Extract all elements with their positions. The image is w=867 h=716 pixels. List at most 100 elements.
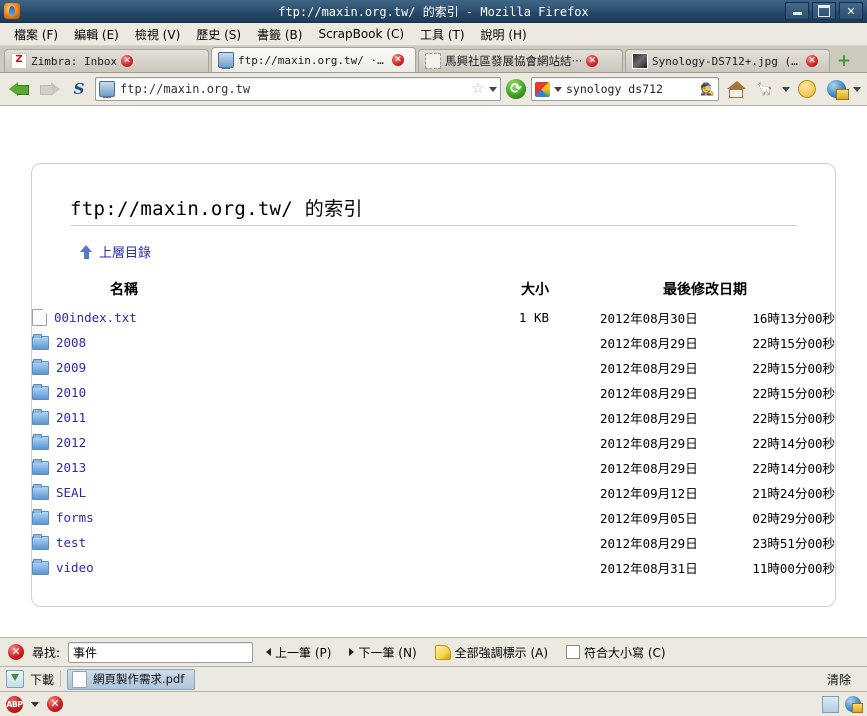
- folder-link[interactable]: SEAL: [56, 485, 86, 500]
- column-header-name[interactable]: 名稱: [32, 279, 419, 305]
- table-row[interactable]: video 2012年08月31日 11時00分00秒: [32, 555, 835, 580]
- download-item-label: 網頁製作需求.pdf: [93, 672, 185, 686]
- tab-close-icon[interactable]: ✕: [121, 55, 134, 67]
- table-row[interactable]: 2011 2012年08月29日 22時15分00秒: [32, 405, 835, 430]
- search-bar[interactable]: synology ds712 🕵: [531, 77, 719, 101]
- firebug-button[interactable]: 🦙: [753, 77, 777, 101]
- file-date: 2012年08月29日: [600, 436, 698, 451]
- menu-history[interactable]: 歷史 (S): [188, 24, 249, 45]
- directory-listing-table: 名稱 大小 最後修改日期 00index.txt 1 KB 2012年08月30…: [32, 279, 835, 580]
- folder-link[interactable]: 2012: [56, 435, 86, 450]
- search-input[interactable]: synology ds712: [566, 82, 696, 96]
- table-row[interactable]: test 2012年08月29日 23時51分00秒: [32, 530, 835, 555]
- tab-community-site[interactable]: 馬興社區發展協會網站結··· ✕: [418, 49, 623, 72]
- tab-label: Zimbra: Inbox: [31, 54, 118, 68]
- file-date: 2012年08月29日: [600, 361, 698, 376]
- scrapbook-button[interactable]: S: [68, 78, 90, 100]
- file-link[interactable]: 00index.txt: [54, 310, 137, 325]
- folder-link[interactable]: test: [56, 535, 86, 550]
- menu-file[interactable]: 檔案 (F): [6, 24, 66, 45]
- match-case-checkbox[interactable]: 符合大小寫 (C): [561, 642, 671, 663]
- adblock-plus-icon[interactable]: ABP: [6, 695, 23, 713]
- menu-edit[interactable]: 編輯 (E): [66, 24, 127, 45]
- reload-button[interactable]: ⟳: [506, 79, 526, 99]
- bookmark-star-icon[interactable]: ☆: [471, 82, 484, 96]
- parent-directory-label: 上層目錄: [99, 246, 152, 261]
- folder-icon: [32, 383, 49, 400]
- menu-bookmarks[interactable]: 書籤 (B): [249, 24, 310, 45]
- table-row[interactable]: 2009 2012年08月29日 22時15分00秒: [32, 355, 835, 380]
- tab-synology-image[interactable]: Synology-DS712+.jpg (··· ✕: [625, 49, 830, 72]
- folder-link[interactable]: 2009: [56, 360, 86, 375]
- find-previous-button[interactable]: 上一筆 (P): [261, 642, 336, 663]
- site-identity-icon: [99, 81, 115, 98]
- chevron-down-icon[interactable]: [489, 86, 497, 92]
- home-button[interactable]: [724, 77, 748, 101]
- highlight-all-button[interactable]: 全部強調標示 (A): [430, 642, 553, 663]
- download-label[interactable]: 下載: [30, 671, 54, 688]
- find-next-button[interactable]: 下一筆 (N): [344, 642, 421, 663]
- navigation-toolbar: S ftp://maxin.org.tw ☆ ⟳ synology ds712 …: [0, 73, 867, 106]
- tab-label: 馬興社區發展協會網站結···: [445, 54, 583, 68]
- tab-close-icon[interactable]: ✕: [586, 55, 599, 67]
- folder-link[interactable]: video: [56, 560, 94, 575]
- file-size: [419, 380, 549, 405]
- new-tab-button[interactable]: +: [834, 51, 854, 71]
- table-row[interactable]: SEAL 2012年09月12日 21時24分00秒: [32, 480, 835, 505]
- clear-downloads-button[interactable]: 清除: [817, 670, 861, 689]
- close-icon: ✕: [846, 4, 856, 18]
- checkbox-icon[interactable]: [566, 645, 581, 659]
- globe-download-icon[interactable]: [845, 696, 863, 713]
- url-input[interactable]: ftp://maxin.org.tw: [120, 82, 466, 96]
- smiley-icon: [798, 80, 816, 98]
- tab-close-icon[interactable]: ✕: [392, 54, 404, 66]
- tab-zimbra[interactable]: Z Zimbra: Inbox ✕: [4, 49, 209, 72]
- folder-link[interactable]: forms: [56, 510, 94, 525]
- table-row[interactable]: 2008 2012年08月29日 22時15分00秒: [32, 330, 835, 355]
- maximize-button[interactable]: [812, 2, 836, 20]
- sidebar-toggle-icon[interactable]: [822, 695, 839, 713]
- tab-ftp-index[interactable]: ftp://maxin.org.tw/ ··· ✕: [211, 47, 416, 72]
- highlight-all-label: 全部強調標示 (A): [454, 645, 549, 660]
- table-row[interactable]: 00index.txt 1 KB 2012年08月30日 16時13分00秒: [32, 305, 835, 330]
- chevron-down-icon[interactable]: [31, 701, 39, 707]
- find-close-icon[interactable]: ✕: [8, 644, 24, 660]
- chevron-down-icon[interactable]: [853, 86, 861, 92]
- binoculars-icon[interactable]: 🕵: [700, 82, 715, 96]
- table-row[interactable]: 2013 2012年08月29日 22時14分00秒: [32, 455, 835, 480]
- folder-link[interactable]: 2011: [56, 410, 86, 425]
- chevron-down-icon[interactable]: [782, 86, 790, 92]
- download-item[interactable]: 網頁製作需求.pdf: [67, 668, 196, 690]
- forward-button[interactable]: [37, 77, 63, 101]
- file-time: 21時24分00秒: [752, 486, 835, 501]
- menu-tools[interactable]: 工具 (T): [412, 24, 473, 45]
- close-button[interactable]: ✕: [839, 2, 863, 20]
- chevron-down-icon[interactable]: [554, 86, 562, 92]
- parent-directory-link[interactable]: 上層目錄: [80, 242, 835, 261]
- column-header-size[interactable]: 大小: [419, 279, 549, 305]
- menu-view[interactable]: 檢視 (V): [127, 24, 188, 45]
- downthemall-button[interactable]: [824, 77, 849, 101]
- menu-scrapbook[interactable]: ScrapBook (C): [310, 25, 412, 43]
- table-row[interactable]: forms 2012年09月05日 02時29分00秒: [32, 505, 835, 530]
- minimize-button[interactable]: [785, 2, 809, 20]
- back-arrow-icon: [9, 81, 29, 97]
- menu-help[interactable]: 說明 (H): [473, 24, 535, 45]
- folder-link[interactable]: 2013: [56, 460, 86, 475]
- table-row[interactable]: 2012 2012年08月29日 22時14分00秒: [32, 430, 835, 455]
- google-icon: [535, 81, 550, 97]
- column-header-modified[interactable]: 最後修改日期: [549, 279, 835, 305]
- back-button[interactable]: [6, 77, 32, 101]
- address-bar[interactable]: ftp://maxin.org.tw ☆: [95, 77, 501, 101]
- file-time: 22時15分00秒: [752, 386, 835, 401]
- stop-icon[interactable]: ✕: [47, 696, 63, 712]
- folder-link[interactable]: 2010: [56, 385, 86, 400]
- table-row[interactable]: 2010 2012年08月29日 22時15分00秒: [32, 380, 835, 405]
- smiley-button[interactable]: [795, 77, 819, 101]
- title-bar: ftp://maxin.org.tw/ 的索引 - Mozilla Firefo…: [0, 0, 867, 23]
- file-time: 22時15分00秒: [752, 336, 835, 351]
- find-input[interactable]: 事件: [68, 641, 254, 663]
- tab-close-icon[interactable]: ✕: [806, 55, 818, 67]
- file-size: [419, 555, 549, 580]
- folder-link[interactable]: 2008: [56, 335, 86, 350]
